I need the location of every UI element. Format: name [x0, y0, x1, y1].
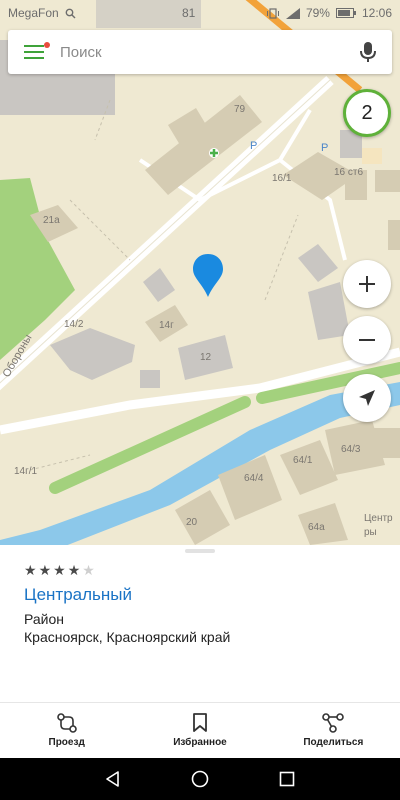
place-card[interactable]: ★ ★ ★ ★ ★ Центральный Район Красноярск, Крас…: [0, 545, 400, 702]
building: [298, 244, 338, 282]
objects-count-button[interactable]: 2: [343, 89, 391, 137]
building-label: 79: [234, 104, 246, 115]
building: [175, 490, 230, 545]
building-label: 64/4: [244, 473, 264, 484]
building-label: 14г: [159, 320, 174, 331]
parking-label: P: [321, 142, 329, 154]
building-label: 64а: [308, 522, 325, 533]
building-label: 16/1: [272, 173, 292, 184]
plus-icon: [359, 276, 375, 292]
star-filled-icon: ★: [53, 562, 66, 578]
carrier-name: MegaFon: [8, 6, 59, 20]
route-icon: [56, 713, 77, 733]
recents-button[interactable]: [267, 759, 307, 799]
building-label: 20: [186, 517, 198, 528]
zoom-out-button[interactable]: [343, 316, 391, 364]
my-location-button[interactable]: [343, 374, 391, 422]
route-label: Проезд: [48, 737, 85, 748]
building-label: 21а: [43, 215, 60, 226]
home-button[interactable]: [180, 759, 220, 799]
home-circle-icon: [191, 770, 209, 788]
park-area: [0, 178, 75, 360]
system-nav-bar: [0, 758, 400, 800]
parking-label: P: [250, 140, 258, 152]
share-label: Поделиться: [303, 737, 364, 748]
share-button[interactable]: Поделиться: [267, 703, 400, 758]
navigation-arrow-icon: [359, 390, 375, 406]
building-label: 16 ст6: [334, 167, 364, 178]
building: [368, 428, 400, 458]
route-button[interactable]: Проезд: [0, 703, 133, 758]
building: [362, 148, 382, 164]
recents-square-icon: [279, 771, 294, 787]
voice-search-button[interactable]: [344, 30, 392, 74]
clock: 12:06: [361, 6, 392, 20]
star-filled-icon: ★: [38, 562, 52, 578]
notification-count: 81: [182, 6, 196, 20]
search-input[interactable]: [60, 43, 344, 61]
map-view[interactable]: MegaFon 81 79% 12:06 2: [0, 0, 400, 545]
zoom-in-button[interactable]: [343, 260, 391, 308]
building-label: 64/3: [341, 444, 361, 455]
location-pin-icon: [192, 253, 224, 304]
place-type: Район: [24, 611, 64, 627]
signal-icon: [285, 7, 300, 19]
building: [140, 370, 160, 388]
favorites-button[interactable]: Избранное: [133, 703, 266, 758]
vibrate-icon: [266, 7, 279, 19]
action-bar: Проезд Избранное Поделиться: [0, 702, 400, 758]
objects-count: 2: [361, 101, 373, 124]
microphone-icon: [360, 42, 376, 62]
building-label: 12: [200, 352, 212, 363]
bookmark-icon: [193, 713, 207, 732]
building-label: 64/1: [293, 455, 313, 466]
notification-dot: [44, 42, 50, 48]
building: [375, 170, 400, 192]
drag-handle[interactable]: [185, 549, 215, 553]
back-triangle-icon: [106, 771, 120, 787]
star-filled-icon: ★: [67, 562, 81, 578]
menu-button[interactable]: [8, 30, 60, 74]
back-button[interactable]: [93, 759, 133, 799]
hamburger-icon: [24, 41, 44, 63]
building-label: 14/2: [64, 319, 84, 330]
building: [388, 220, 400, 250]
place-name[interactable]: Центральный: [24, 585, 132, 605]
rating-stars: ★ ★ ★ ★ ★: [24, 563, 95, 577]
place-address: Красноярск, Красноярский край: [24, 629, 231, 645]
star-empty-icon: ★: [82, 562, 95, 578]
star-filled-icon: ★: [24, 562, 37, 578]
district-label: Центр ры: [364, 513, 393, 538]
status-bar: MegaFon 81 79% 12:06: [0, 0, 400, 26]
building: [143, 268, 175, 302]
building: [50, 328, 135, 380]
favorites-label: Избранное: [173, 737, 227, 748]
battery-icon: [335, 8, 356, 18]
share-icon: [322, 713, 345, 733]
building-label: 14г/1: [14, 466, 38, 477]
search-bar: [8, 30, 392, 74]
battery-percent: 79%: [305, 6, 330, 20]
search-small-icon: [65, 8, 76, 18]
minus-icon: [359, 339, 375, 341]
